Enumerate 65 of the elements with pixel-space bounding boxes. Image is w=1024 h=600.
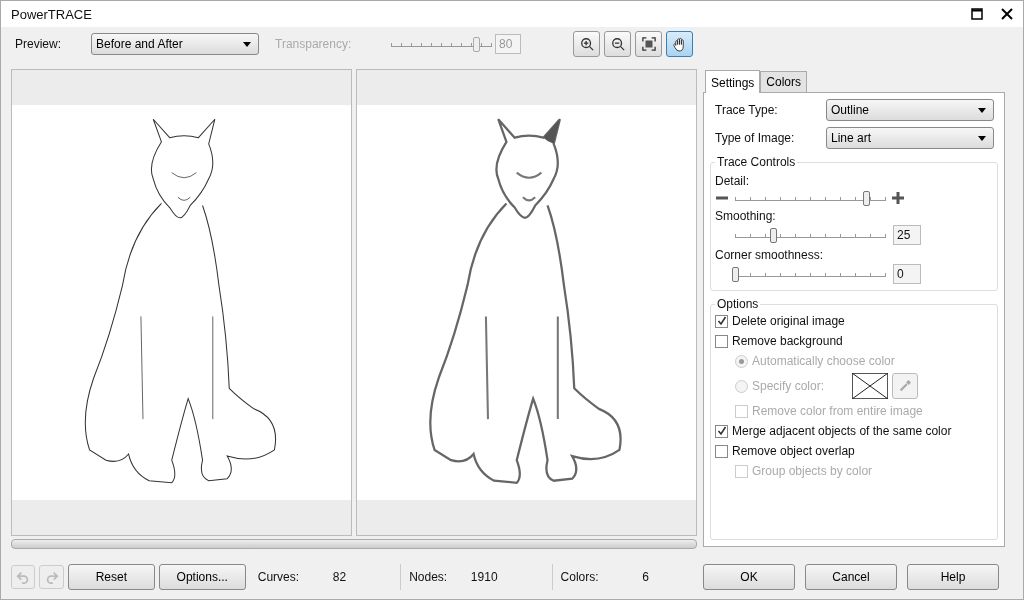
preview-dropdown[interactable]: Before and After	[91, 33, 259, 55]
preview-label: Preview:	[15, 37, 62, 51]
zoom-in-button[interactable]	[573, 31, 600, 57]
eyedropper-button[interactable]	[892, 373, 919, 399]
caret-icon	[978, 108, 986, 113]
value-field[interactable]: 0	[893, 264, 921, 284]
zoom-in-icon	[579, 37, 594, 51]
redo-icon	[44, 570, 59, 584]
zoom-out-button[interactable]	[604, 31, 631, 57]
stat-label: Curves:	[257, 570, 300, 584]
dialog-button[interactable]: Cancel	[805, 564, 897, 590]
field-label: Type of Image:	[715, 131, 796, 145]
caret-icon	[978, 136, 986, 141]
transparency-value: 80	[495, 34, 521, 54]
dialog-button[interactable]: Help	[907, 564, 999, 590]
transparency-label: Transparency:	[275, 37, 353, 51]
group-title: Options	[716, 297, 760, 311]
slider[interactable]	[735, 266, 885, 282]
dialog-button[interactable]: OK	[703, 564, 795, 590]
field-label: Trace Type:	[715, 103, 779, 117]
no-color-swatch[interactable]	[852, 373, 889, 399]
slider-label: Smoothing:	[715, 209, 777, 223]
window-title: PowerTRACE	[11, 6, 93, 22]
tab[interactable]: Colors	[760, 71, 808, 92]
dropdown[interactable]: Line art	[826, 127, 994, 149]
maximize-icon[interactable]	[971, 8, 983, 20]
slider[interactable]	[735, 190, 885, 206]
fit-frame-icon	[641, 37, 656, 51]
option-label: Merge adjacent objects of the same color	[732, 424, 952, 438]
slider-label: Detail:	[715, 174, 750, 188]
pan-tool-button[interactable]	[666, 31, 693, 57]
option-label: Remove color from entire image	[752, 404, 923, 418]
option-label: Specify color:	[752, 379, 825, 393]
fit-to-window-button[interactable]	[635, 31, 662, 57]
checkbox[interactable]	[715, 424, 728, 438]
action-button[interactable]: Reset	[67, 564, 155, 590]
option-label: Remove background	[732, 334, 843, 348]
caret-icon	[243, 42, 251, 47]
dropdown[interactable]: Outline	[826, 99, 994, 121]
eyedropper-icon	[898, 379, 913, 393]
checkbox[interactable]	[715, 314, 728, 328]
transparency-slider[interactable]	[391, 36, 491, 52]
tab[interactable]: Settings	[705, 70, 761, 93]
stat-value: 6	[642, 570, 649, 584]
stat-label: Nodes:	[409, 570, 448, 584]
stat-value: 82	[332, 570, 347, 584]
horizontal-scrollbar[interactable]	[11, 539, 697, 549]
stat-label: Colors:	[560, 570, 599, 584]
zoom-out-icon	[610, 37, 625, 51]
slider-label: Corner smoothness:	[715, 248, 825, 262]
option-label: Automatically choose color	[752, 354, 895, 368]
group-title: Trace Controls	[716, 155, 797, 169]
option-label: Remove object overlap	[732, 444, 855, 458]
plus-icon[interactable]	[891, 192, 905, 204]
undo-icon	[16, 570, 31, 584]
value-field[interactable]: 25	[893, 225, 921, 245]
slider[interactable]	[735, 227, 885, 243]
option-label: Delete original image	[732, 314, 845, 328]
checkbox[interactable]	[715, 444, 728, 458]
action-button[interactable]: Options...	[158, 564, 246, 590]
option-label: Group objects by color	[752, 464, 873, 478]
stat-value: 1910	[470, 570, 498, 584]
close-icon[interactable]	[1001, 8, 1013, 20]
checkbox[interactable]	[715, 334, 728, 348]
hand-icon	[672, 36, 687, 52]
